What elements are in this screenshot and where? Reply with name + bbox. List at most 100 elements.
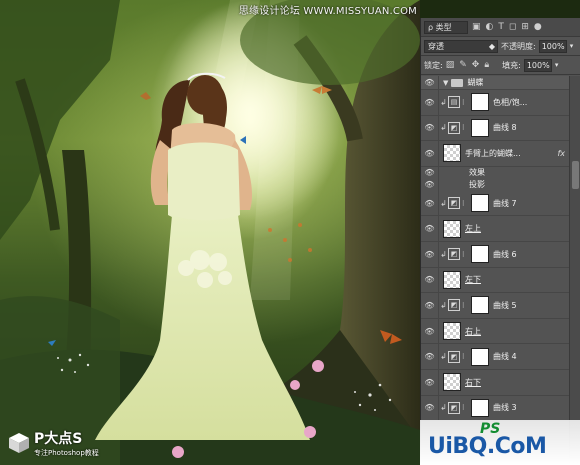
link-icon[interactable]: ⁝ (462, 123, 469, 132)
layer-name: 右上 (465, 326, 481, 336)
visibility-eye-icon[interactable]: 👁︎ (421, 369, 439, 395)
visibility-eye-icon[interactable]: 👁︎ (421, 115, 439, 141)
adjustment-filter-icon[interactable]: ◐ (486, 22, 494, 32)
pixel-layer-row[interactable]: 👁︎ 手臂上的蝴蝶... fx (421, 141, 569, 167)
lock-position-icon[interactable]: ✥ (472, 60, 480, 70)
curves-icon[interactable]: ◩ (448, 350, 460, 363)
lock-icons: ▨ ✎ ✥ 🔒︎ (446, 60, 489, 70)
visibility-eye-icon[interactable]: 👁︎ (421, 141, 439, 166)
uibq-text: UiBQ.CoM (428, 434, 547, 459)
curves-icon[interactable]: ◩ (448, 299, 460, 312)
adjustment-layer-row[interactable]: 👁︎ ↲ ◩ ⁝ 曲线 6 (421, 241, 569, 268)
layer-mask-thumbnail[interactable] (471, 118, 489, 137)
pixel-layer-row[interactable]: 👁︎ 左上 (421, 216, 569, 242)
watermark-top: 思缘设计论坛 WWW.MISSYUAN.COM (238, 6, 417, 17)
clipping-arrow-icon: ↲ (440, 352, 447, 362)
smart-object-filter-icon[interactable]: ⊞ (521, 22, 529, 32)
visibility-eye-icon[interactable]: 👁︎ (421, 293, 439, 318)
link-icon[interactable]: ⁝ (462, 301, 469, 310)
blend-mode-value: 穿透 (428, 41, 444, 51)
filter-icons: ▣ ◐ T ◻ ⊞ ● (472, 22, 542, 32)
layer-mask-thumbnail[interactable] (471, 194, 489, 213)
fill-dropdown-icon[interactable]: ▾ (555, 61, 559, 69)
effect-name: 效果 (469, 168, 485, 178)
layer-name: 曲线 3 (493, 403, 517, 413)
filter-toggle-icon[interactable]: ● (534, 22, 542, 32)
effect-row[interactable]: 👁︎ 投影 (421, 178, 569, 191)
adjustment-layer-row[interactable]: 👁︎ ↲ ◩ ⁝ 曲线 4 (421, 344, 569, 370)
layer-name: 右下 (465, 377, 481, 387)
lock-all-icon[interactable]: 🔒︎ (484, 60, 489, 70)
curves-icon[interactable]: ◩ (448, 197, 460, 210)
link-icon[interactable]: ⁝ (462, 352, 469, 361)
visibility-eye-icon[interactable]: 👁︎ (421, 395, 439, 421)
effect-visibility-eye-icon[interactable]: 👁︎ (421, 178, 439, 191)
layer-name: 曲线 6 (493, 249, 517, 259)
pixel-layer-row[interactable]: 👁︎ 右下 (421, 369, 569, 396)
lock-transparency-icon[interactable]: ▨ (446, 60, 455, 70)
visibility-eye-icon[interactable]: 👁︎ (421, 344, 439, 369)
layer-mask-thumbnail[interactable] (471, 245, 489, 264)
visibility-eye-icon[interactable]: 👁︎ (421, 267, 439, 293)
link-icon[interactable]: ⁝ (462, 199, 469, 208)
curves-icon[interactable]: ◩ (448, 401, 460, 414)
layer-thumbnail[interactable] (443, 270, 461, 289)
pixel-layer-row[interactable]: 👁︎ 左下 (421, 267, 569, 294)
layer-filter-select[interactable]: ρ 类型 (424, 20, 468, 34)
visibility-eye-icon[interactable]: 👁︎ (421, 318, 439, 344)
lock-label: 锁定: (424, 60, 443, 70)
fill-input[interactable]: 100% (523, 58, 552, 72)
visibility-eye-icon[interactable]: 👁︎ (421, 241, 439, 267)
clipping-arrow-icon: ↲ (440, 249, 447, 259)
layer-thumbnail[interactable] (443, 322, 461, 341)
layer-filter-row: ρ 类型 ▣ ◐ T ◻ ⊞ ● (421, 18, 580, 37)
opacity-label: 不透明度: (501, 41, 536, 51)
curves-icon[interactable]: ◩ (448, 121, 460, 134)
link-icon[interactable]: ⁝ (462, 403, 469, 412)
curves-icon[interactable]: ◩ (448, 248, 460, 261)
document-canvas[interactable]: 思缘设计论坛 WWW.MISSYUAN.COM (0, 0, 420, 465)
clipping-arrow-icon: ↲ (440, 198, 447, 208)
lock-pixels-icon[interactable]: ✎ (459, 60, 467, 70)
adjustment-layer-row[interactable]: 👁︎ ↲ ◩ ⁝ 曲线 5 (421, 293, 569, 319)
fx-icon[interactable]: fx (557, 149, 565, 158)
layer-mask-thumbnail[interactable] (471, 296, 489, 315)
layer-mask-thumbnail[interactable] (471, 347, 489, 366)
layer-name: 色相/饱... (493, 97, 528, 107)
pixel-filter-icon[interactable]: ▣ (472, 22, 481, 32)
layers-scrollbar[interactable] (569, 76, 580, 465)
group-expand-arrow-icon[interactable]: ▼ (443, 79, 448, 87)
effect-name: 投影 (469, 180, 485, 190)
visibility-eye-icon[interactable]: 👁︎ (421, 90, 439, 115)
type-filter-icon[interactable]: T (498, 22, 504, 32)
logo-title: P大点S (34, 431, 83, 447)
effect-visibility-eye-icon[interactable]: 👁︎ (421, 166, 439, 179)
logo-uibq: PS UiBQ.CoM (420, 420, 580, 465)
pixel-layer-row[interactable]: 👁︎ 右上 (421, 318, 569, 345)
adjustment-layer-row[interactable]: 👁︎ ↲ ◩ ⁝ 曲线 7 (421, 190, 569, 217)
layer-mask-thumbnail[interactable] (471, 93, 489, 112)
folder-icon (451, 78, 464, 87)
link-icon[interactable]: ⁝ (462, 250, 469, 259)
layer-group-row[interactable]: 👁︎ ▼ 蝴蝶 (421, 76, 569, 90)
opacity-input[interactable]: 100% (538, 39, 567, 53)
scroll-thumb[interactable] (572, 161, 579, 189)
shape-filter-icon[interactable]: ◻ (509, 22, 516, 32)
adjustment-layer-row[interactable]: 👁︎ ↲ ◩ ⁝ 曲线 8 (421, 115, 569, 142)
lock-row: 锁定: ▨ ✎ ✥ 🔒︎ 填充: 100% ▾ (421, 56, 580, 75)
visibility-eye-icon[interactable]: 👁︎ (421, 190, 439, 216)
layer-mask-thumbnail[interactable] (471, 398, 489, 417)
adjustment-layer-row[interactable]: 👁︎ ↲ ◩ ⁝ 曲线 3 (421, 395, 569, 422)
layer-thumbnail[interactable] (443, 219, 461, 238)
visibility-eye-icon[interactable]: 👁︎ (421, 216, 439, 241)
layer-thumbnail[interactable] (443, 373, 461, 392)
effect-row[interactable]: 👁︎ 效果 (421, 166, 569, 179)
link-icon[interactable]: ⁝ (462, 98, 469, 107)
opacity-dropdown-icon[interactable]: ▾ (570, 42, 574, 50)
forest-artwork (0, 0, 420, 465)
visibility-eye-icon[interactable]: 👁︎ (421, 76, 439, 89)
layer-thumbnail[interactable] (443, 144, 461, 163)
blend-mode-select[interactable]: 穿透 ◆ (424, 39, 498, 53)
hue-saturation-icon[interactable]: ▤ (448, 96, 460, 109)
adjustment-layer-row[interactable]: 👁︎ ↲ ▤ ⁝ 色相/饱... (421, 90, 569, 116)
